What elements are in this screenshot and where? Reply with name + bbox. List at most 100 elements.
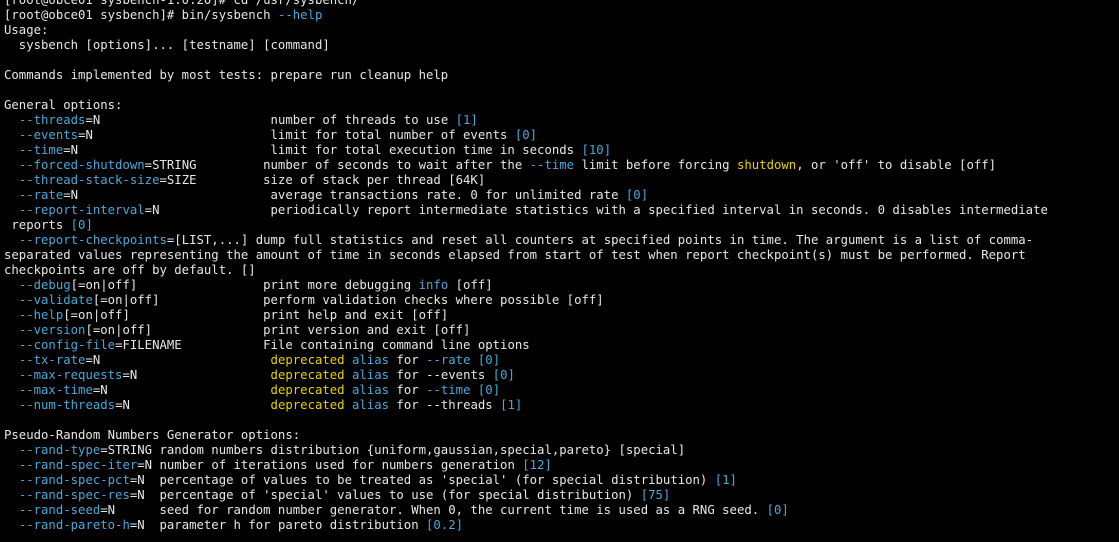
text-segment <box>470 383 477 397</box>
text-segment: [root@obce01 sysbench-1.0.20]# cd /usr/s… <box>4 0 360 7</box>
text-segment <box>4 368 19 382</box>
text-segment: Pseudo-Random Numbers Generator options: <box>4 428 301 442</box>
text-segment: for --threads <box>389 398 501 412</box>
text-segment: General options: <box>4 98 123 112</box>
text-segment <box>4 488 19 502</box>
text-segment <box>4 203 19 217</box>
text-segment: separated values representing the amount… <box>4 248 1026 262</box>
terminal-line: --threads=N number of threads to use [1] <box>4 113 1119 128</box>
terminal-line: --debug[=on|off] print more debugging in… <box>4 278 1119 293</box>
option-segment: --help <box>277 8 323 22</box>
terminal-line: --report-checkpoints=[LIST,...] dump ful… <box>4 233 1119 248</box>
keyword-segment: deprecated <box>270 353 345 367</box>
option-segment: [75] <box>640 488 671 502</box>
option-segment: --debug <box>18 278 71 292</box>
option-segment: [12] <box>522 458 552 472</box>
terminal-line: --rate=N average transactions rate. 0 fo… <box>4 188 1119 203</box>
text-segment <box>4 308 19 322</box>
terminal-line: --events=N limit for total number of eve… <box>4 128 1119 143</box>
option-segment: --forced-shutdown <box>18 158 145 172</box>
terminal-line: --rand-spec-iter=N number of iterations … <box>4 458 1119 473</box>
text-segment <box>4 143 19 157</box>
text-segment <box>345 368 352 382</box>
text-segment <box>4 188 19 202</box>
terminal-line: sysbench [options]... [testname] [comman… <box>4 38 1119 53</box>
option-segment: --rand-spec-res <box>18 488 130 502</box>
option-segment: alias <box>352 353 390 367</box>
option-segment: [0] <box>766 503 789 517</box>
text-segment: checkpoints are off by default. [] <box>4 263 256 277</box>
text-segment: for --events <box>389 368 493 382</box>
option-segment: --max-time <box>18 383 93 397</box>
text-segment: =N percentage of values to be treated as… <box>129 473 715 487</box>
option-segment: --rand-spec-iter <box>18 458 138 472</box>
option-segment: [1] <box>500 398 523 412</box>
text-segment <box>4 278 19 292</box>
terminal-line: --rand-pareto-h=N parameter h for pareto… <box>4 518 1119 533</box>
text-segment: =[LIST,...] dump full statistics and res… <box>166 233 1034 247</box>
text-segment: Commands implemented by most tests: prep… <box>4 68 449 82</box>
text-segment: [=on|off] print version and exit [off] <box>85 323 471 337</box>
text-segment <box>4 398 19 412</box>
option-segment: --max-requests <box>18 368 123 382</box>
terminal-line: --validate[=on|off] perform validation c… <box>4 293 1119 308</box>
terminal-line: --forced-shutdown=STRING number of secon… <box>4 158 1119 173</box>
option-segment: --threads <box>18 113 86 127</box>
option-segment: --rate <box>426 353 471 367</box>
text-segment: =N <box>85 353 271 367</box>
text-segment: =STRING number of seconds to wait after … <box>144 158 530 172</box>
terminal-line: Commands implemented by most tests: prep… <box>4 68 1119 83</box>
text-segment: =N seed for random number generator. Whe… <box>100 503 767 517</box>
terminal-line: [root@obce01 sysbench-1.0.20]# cd /usr/s… <box>4 0 1119 8</box>
option-segment: --help <box>18 308 64 322</box>
text-segment: =N parameter h for pareto distribution <box>129 518 427 532</box>
text-segment <box>4 173 19 187</box>
text-segment: =N <box>92 383 271 397</box>
option-segment: [10] <box>581 143 612 157</box>
option-segment: alias <box>352 368 390 382</box>
terminal-line: checkpoints are off by default. [] <box>4 263 1119 278</box>
option-segment: info <box>418 278 449 292</box>
text-segment: for <box>389 353 427 367</box>
option-segment: --rate <box>18 188 64 202</box>
text-segment: =N <box>122 368 271 382</box>
text-segment: [root@obce01 sysbench]# bin/sysbench <box>4 8 278 22</box>
text-segment: =N average transactions rate. 0 for unli… <box>63 188 626 202</box>
terminal-line: --tx-rate=N deprecated alias for --rate … <box>4 353 1119 368</box>
text-segment: =N percentage of 'special' values to use… <box>129 488 641 502</box>
terminal-line: --help[=on|off] print help and exit [off… <box>4 308 1119 323</box>
terminal-line: --config-file=FILENAME File containing c… <box>4 338 1119 353</box>
text-segment <box>4 233 19 247</box>
option-segment: --rand-pareto-h <box>18 518 130 532</box>
terminal-line: --version[=on|off] print version and exi… <box>4 323 1119 338</box>
text-segment <box>4 383 19 397</box>
text-segment: =SIZE size of stack per thread [64K] <box>159 173 486 187</box>
text-segment <box>4 323 19 337</box>
option-segment: --time <box>529 158 575 172</box>
text-segment <box>4 473 19 487</box>
option-segment: --report-checkpoints <box>18 233 167 247</box>
keyword-segment: shutdown <box>736 158 797 172</box>
option-segment: --rand-type <box>18 443 101 457</box>
text-segment <box>345 353 352 367</box>
text-segment: =N limit for total execution time in sec… <box>63 143 582 157</box>
text-segment: =N <box>115 398 271 412</box>
terminal-window[interactable]: [root@obce01 sysbench-1.0.20]# cd /usr/s… <box>0 0 1119 542</box>
text-segment <box>345 383 352 397</box>
option-segment: --time <box>18 143 64 157</box>
text-segment <box>4 128 19 142</box>
option-segment: --time <box>426 383 471 397</box>
option-segment: --version <box>18 323 86 337</box>
text-segment: =FILENAME File containing command line o… <box>115 338 530 352</box>
terminal-line: reports [0] <box>4 218 1119 233</box>
option-segment: [0.2] <box>426 518 464 532</box>
text-segment: Usage: <box>4 23 49 37</box>
terminal-line: --rand-seed=N seed for random number gen… <box>4 503 1119 518</box>
text-segment: limit before forcing <box>574 158 737 172</box>
text-segment: [=on|off] print help and exit [off] <box>63 308 449 322</box>
option-segment: [0] <box>477 383 501 397</box>
text-segment: =N number of threads to use <box>85 113 456 127</box>
